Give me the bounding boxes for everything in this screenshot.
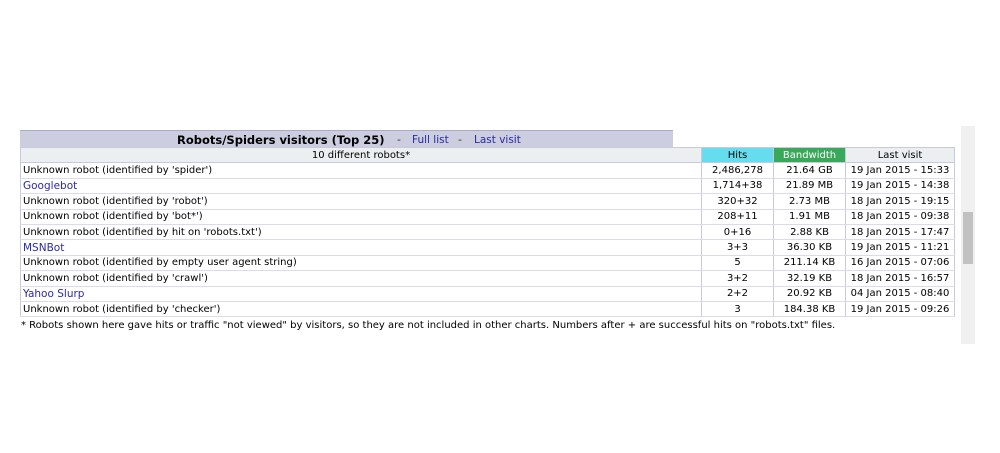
full-list-link[interactable]: Full list xyxy=(412,134,449,146)
hits-cell: 3+2 xyxy=(701,270,774,287)
table-body: Unknown robot (identified by 'spider') 2,… xyxy=(20,162,955,318)
last-visit-cell: 19 Jan 2015 - 15:33 xyxy=(845,162,955,179)
robot-name: Unknown robot (identified by empty user … xyxy=(23,257,297,269)
table-row: Unknown robot (identified by 'spider') 2,… xyxy=(20,162,955,179)
bandwidth-cell: 32.19 KB xyxy=(773,270,846,287)
bandwidth-cell: 184.38 KB xyxy=(773,301,846,318)
hits-cell: 208+11 xyxy=(701,209,774,225)
section-title: Robots/Spiders visitors (Top 25) xyxy=(177,133,385,147)
last-visit-cell: 18 Jan 2015 - 16:57 xyxy=(845,270,955,287)
bandwidth-cell: 2.88 KB xyxy=(773,224,846,241)
column-header-bandwidth: Bandwidth xyxy=(773,147,846,164)
last-visit-link[interactable]: Last visit xyxy=(474,134,521,146)
table-row: Unknown robot (identified by 'checker') 3… xyxy=(20,301,955,318)
last-visit-cell: 19 Jan 2015 - 09:26 xyxy=(845,301,955,318)
hits-cell: 320+32 xyxy=(701,193,774,210)
bandwidth-cell: 20.92 KB xyxy=(773,286,846,302)
bandwidth-cell: 1.91 MB xyxy=(773,209,846,225)
hits-cell: 2+2 xyxy=(701,286,774,302)
robot-name: Unknown robot (identified by 'crawl') xyxy=(23,272,208,284)
column-header-hits: Hits xyxy=(701,147,774,164)
table-row: Yahoo Slurp 2+2 20.92 KB 04 Jan 2015 - 08:4… xyxy=(20,286,955,302)
last-visit-cell: 16 Jan 2015 - 07:06 xyxy=(845,255,955,272)
bandwidth-cell: 21.64 GB xyxy=(773,162,846,179)
robot-name-cell: Googlebot xyxy=(20,178,702,195)
last-visit-cell: 19 Jan 2015 - 14:38 xyxy=(845,178,955,195)
bandwidth-cell: 2.73 MB xyxy=(773,193,846,210)
last-visit-cell: 04 Jan 2015 - 08:40 xyxy=(845,286,955,302)
hits-cell: 0+16 xyxy=(701,224,774,241)
separator: - xyxy=(458,133,462,146)
robots-table: 10 different robots* Hits Bandwidth Last… xyxy=(20,147,955,318)
robot-name-cell: Unknown robot (identified by 'spider') xyxy=(20,162,702,179)
column-header-robots: 10 different robots* xyxy=(20,147,702,164)
robot-name: Unknown robot (identified by 'robot') xyxy=(23,195,208,207)
table-row: Unknown robot (identified by empty user … xyxy=(20,255,955,272)
table-row: Googlebot 1,714+38 21.89 MB 19 Jan 2015 - 1… xyxy=(20,178,955,195)
table-row: MSNBot 3+3 36.30 KB 19 Jan 2015 - 11:21 xyxy=(20,239,955,256)
scrollbar-thumb[interactable] xyxy=(963,212,973,264)
robot-name-cell: Unknown robot (identified by 'crawl') xyxy=(20,270,702,287)
hits-cell: 2,486,278 xyxy=(701,162,774,179)
bandwidth-cell: 211.14 KB xyxy=(773,255,846,272)
robot-name-cell: Unknown robot (identified by 'checker') xyxy=(20,301,702,318)
hits-cell: 5 xyxy=(701,255,774,272)
robot-name-link[interactable]: MSNBot xyxy=(23,242,64,254)
separator: - xyxy=(397,133,401,146)
hits-cell: 3 xyxy=(701,301,774,318)
hits-cell: 3+3 xyxy=(701,239,774,256)
robot-name: Unknown robot (identified by 'spider') xyxy=(23,165,213,177)
last-visit-cell: 18 Jan 2015 - 17:47 xyxy=(845,224,955,241)
robot-name: Unknown robot (identified by 'checker') xyxy=(23,303,221,315)
table-row: Unknown robot (identified by 'bot*') 208+… xyxy=(20,209,955,225)
robot-name-cell: Yahoo Slurp xyxy=(20,286,702,302)
robot-name-cell: MSNBot xyxy=(20,239,702,256)
robot-name-link[interactable]: Yahoo Slurp xyxy=(23,288,84,300)
hits-cell: 1,714+38 xyxy=(701,178,774,195)
column-header-last-visit: Last visit xyxy=(845,147,955,164)
last-visit-cell: 18 Jan 2015 - 09:38 xyxy=(845,209,955,225)
table-row: Unknown robot (identified by 'crawl') 3+2… xyxy=(20,270,955,287)
section-title-bar: Robots/Spiders visitors (Top 25) - Full … xyxy=(20,130,673,148)
robot-name-cell: Unknown robot (identified by 'robot') xyxy=(20,193,702,210)
robot-name: Unknown robot (identified by 'bot*') xyxy=(23,211,203,223)
robot-name-cell: Unknown robot (identified by empty user … xyxy=(20,255,702,272)
footnote: * Robots shown here gave hits or traffic… xyxy=(21,320,836,331)
robot-name: Unknown robot (identified by hit on 'rob… xyxy=(23,226,262,238)
table-row: Unknown robot (identified by 'robot') 320… xyxy=(20,193,955,210)
robot-name-cell: Unknown robot (identified by 'bot*') xyxy=(20,209,702,225)
robot-name-cell: Unknown robot (identified by hit on 'rob… xyxy=(20,224,702,241)
table-row: Unknown robot (identified by hit on 'rob… xyxy=(20,224,955,241)
robot-name-link[interactable]: Googlebot xyxy=(23,180,77,192)
last-visit-cell: 18 Jan 2015 - 19:15 xyxy=(845,193,955,210)
bandwidth-cell: 21.89 MB xyxy=(773,178,846,195)
table-header-row: 10 different robots* Hits Bandwidth Last… xyxy=(20,147,955,164)
bandwidth-cell: 36.30 KB xyxy=(773,239,846,256)
last-visit-cell: 19 Jan 2015 - 11:21 xyxy=(845,239,955,256)
